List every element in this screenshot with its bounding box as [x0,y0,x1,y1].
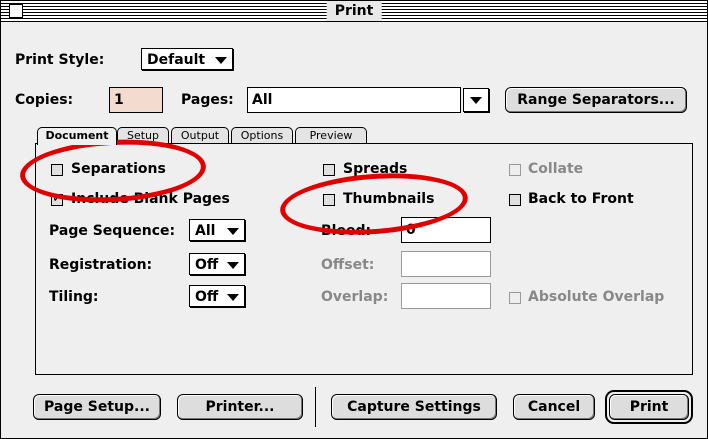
print-button[interactable]: Print [609,394,689,420]
print-style-label: Print Style: [15,52,105,68]
back-to-front-checkbox[interactable] [509,194,521,206]
pages-popup[interactable] [463,88,489,112]
pages-field[interactable]: All [247,87,461,113]
spreads-label: Spreads [343,161,408,177]
include-blank-pages-label: Include Blank Pages [71,191,230,207]
tab-preview[interactable]: Preview [295,127,367,144]
window-title: Print [326,1,382,21]
chevron-down-icon [470,97,482,104]
include-blank-pages-checkbox[interactable] [51,191,63,206]
tab-output[interactable]: Output [171,127,229,144]
collate-label: Collate [528,161,584,177]
page-setup-button[interactable]: Page Setup... [33,394,161,420]
separations-label: Separations [71,161,166,177]
collate-checkbox[interactable] [509,164,521,176]
page-sequence-label: Page Sequence: [49,223,176,239]
tab-options[interactable]: Options [231,127,293,144]
registration-value: Off [195,257,219,273]
chevron-down-icon [227,228,239,235]
cancel-button[interactable]: Cancel [513,394,595,420]
tab-setup[interactable]: Setup [117,127,169,144]
overlap-label: Overlap: [321,289,389,305]
chevron-down-icon [227,294,239,301]
tiling-value: Off [195,289,219,305]
capture-settings-button[interactable]: Capture Settings [331,394,497,420]
chevron-down-icon [215,57,227,64]
bleed-field[interactable]: 0" [401,217,491,243]
overlap-field[interactable] [401,283,491,309]
tab-document[interactable]: Document [37,127,117,145]
separations-checkbox[interactable] [51,164,63,176]
button-divider [315,387,316,427]
copies-field[interactable]: 1 [109,87,163,113]
print-style-value: Default [147,52,206,68]
printer-button[interactable]: Printer... [177,394,303,420]
print-style-popup[interactable]: Default [141,48,233,70]
close-box-icon[interactable] [9,4,23,18]
pages-label: Pages: [181,92,234,108]
thumbnails-label: Thumbnails [343,191,435,207]
registration-label: Registration: [49,257,153,273]
page-sequence-popup[interactable]: All [189,219,245,241]
registration-popup[interactable]: Off [189,253,245,275]
chevron-down-icon [227,262,239,269]
back-to-front-label: Back to Front [528,191,634,207]
offset-label: Offset: [321,257,375,273]
offset-field[interactable] [401,251,491,277]
absolute-overlap-checkbox[interactable] [509,292,521,304]
spreads-checkbox[interactable] [323,164,335,176]
title-bar[interactable]: Print [1,1,707,22]
tiling-popup[interactable]: Off [189,285,245,307]
page-sequence-value: All [195,223,216,239]
tiling-label: Tiling: [49,289,99,305]
range-separators-button[interactable]: Range Separators... [505,87,687,113]
absolute-overlap-label: Absolute Overlap [528,289,665,305]
print-dialog: Print Print Style: Default Copies: 1 Pag… [0,0,708,439]
bleed-label: Bleed: [321,223,372,239]
copies-label: Copies: [15,92,74,108]
thumbnails-checkbox[interactable] [323,194,335,206]
